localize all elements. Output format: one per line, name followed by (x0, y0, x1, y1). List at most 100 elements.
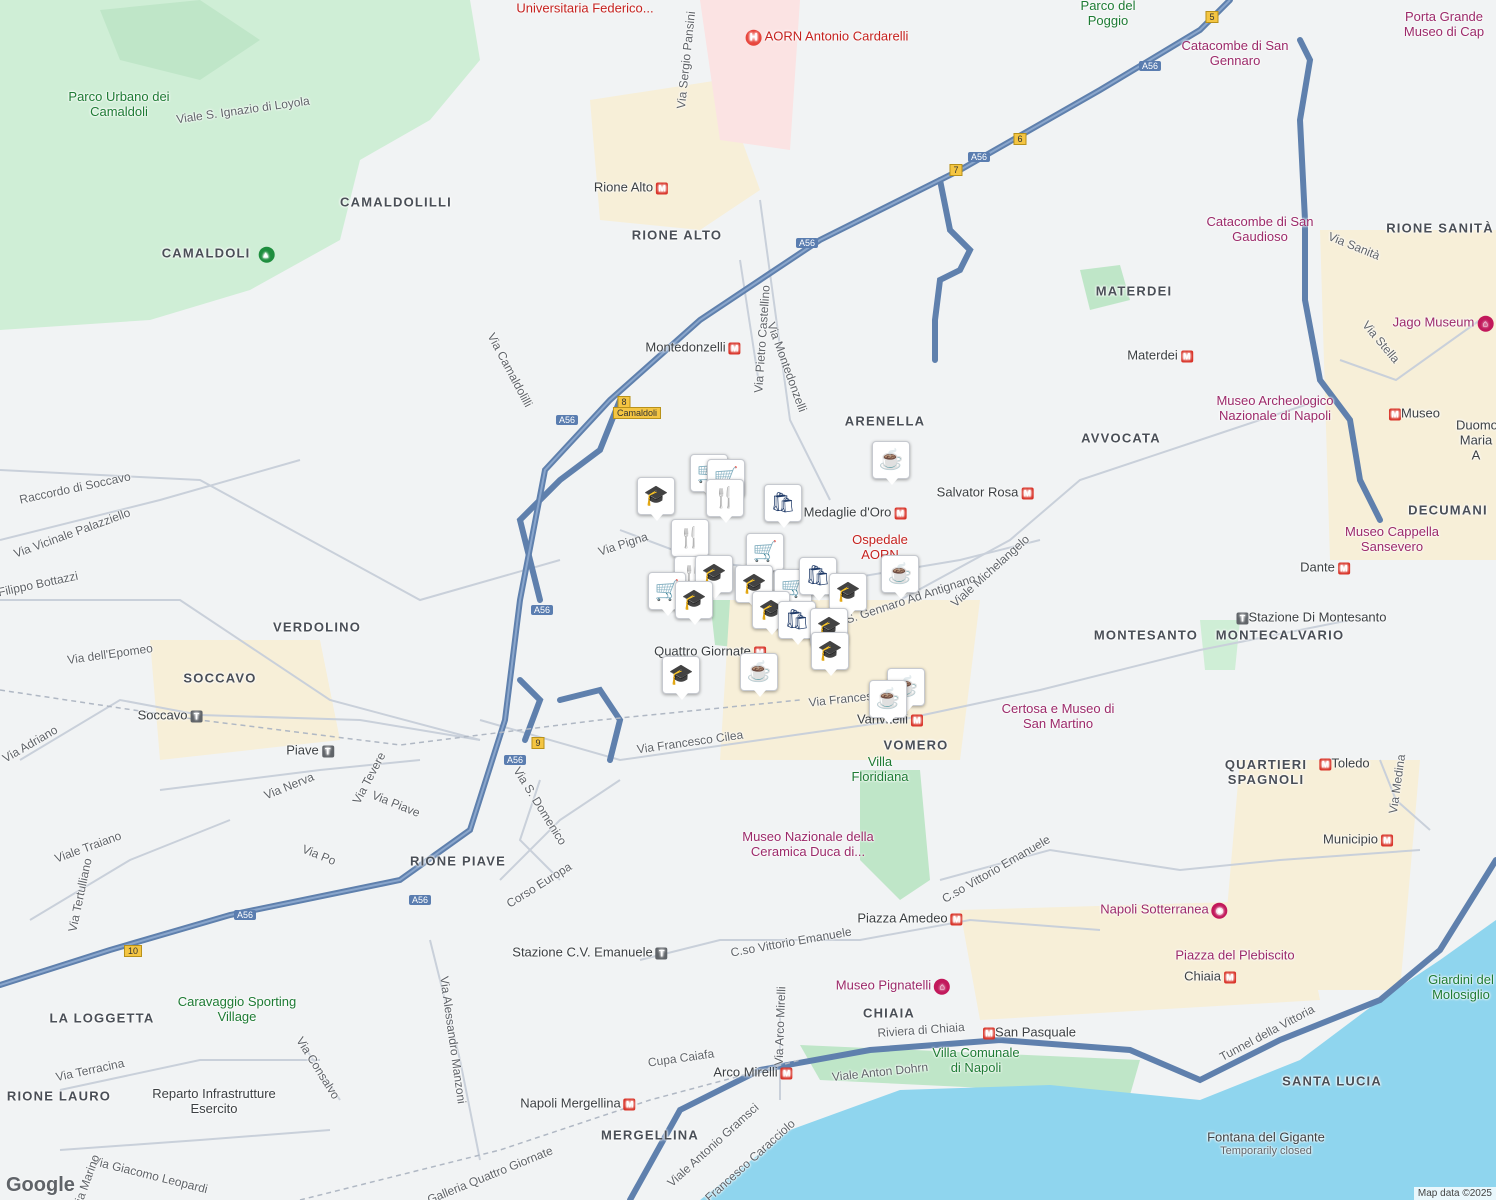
cafe-marker[interactable]: ☕ (740, 653, 778, 697)
poi-name: Universitaria Federico... (516, 0, 654, 16)
poi-cappella-sansevero[interactable]: Museo Cappella Sansevero (1337, 524, 1447, 554)
metro-icon: M (1337, 562, 1350, 575)
area-label-vomero: VOMERO (883, 737, 949, 753)
station-municipio[interactable]: Municipio M (1323, 832, 1393, 847)
highway-shield-a56: A56 (530, 605, 554, 615)
station-medaglie-doro[interactable]: Medaglie d'Oro M (804, 505, 907, 520)
station-materdei[interactable]: Materdei M (1127, 348, 1193, 363)
station-dante[interactable]: Dante M (1300, 560, 1350, 575)
station-name: Municipio (1323, 831, 1378, 847)
station-cv-emanuele[interactable]: Stazione C.V. Emanuele T (512, 944, 668, 960)
poi-museo-ceramica[interactable]: Museo Nazionale della Ceramica Duca di..… (733, 829, 883, 859)
station-toledo[interactable]: M Toledo (1316, 756, 1370, 771)
station-name: Museo (1400, 405, 1441, 421)
metro-icon: M (780, 1067, 793, 1080)
poi-parco-camaldoli[interactable]: Parco Urbano dei Camaldoli (64, 89, 174, 119)
highway-shield-a56: A56 (795, 238, 819, 248)
cafe-marker[interactable]: ☕ (869, 680, 907, 724)
poi-napoli-sotterranea[interactable]: Napoli Sotterranea ◉ (1100, 901, 1228, 919)
shopping-bag-icon: 🛍 (770, 492, 796, 514)
cafe-icon: ☕ (875, 688, 901, 710)
station-chiaia[interactable]: Chiaia M (1184, 969, 1236, 984)
metro-icon: M (656, 182, 669, 195)
poi-certosa-san-martino[interactable]: Certosa e Museo di San Martino (993, 701, 1123, 731)
poi-villa-comunale[interactable]: Villa Comunale di Napoli (926, 1045, 1026, 1075)
school-marker[interactable]: 🎓 (637, 477, 675, 521)
poi-piazza-plebiscito[interactable]: Piazza del Plebiscito (1175, 948, 1294, 963)
map-attribution[interactable]: Map data ©2025 (1413, 1187, 1496, 1200)
poi-cardarelli[interactable]: H AORN Antonio Cardarelli (745, 29, 908, 46)
school-icon: 🎓 (681, 589, 707, 611)
area-label-chiaia: CHIAIA (863, 1005, 915, 1021)
museum-icon: ⌂ (1477, 315, 1494, 332)
store-marker[interactable]: 🛍 (764, 484, 802, 528)
poi-porta-grande[interactable]: Porta Grande Museo di Cap (1394, 9, 1494, 39)
poi-fontana-gigante[interactable]: Fontana del Gigante (1207, 1130, 1325, 1145)
cafe-marker[interactable]: ☕ (881, 555, 919, 599)
train-icon: T (1236, 612, 1249, 625)
map-canvas[interactable]: CAMALDOLILLI CAMALDOLI ▲ RIONE ALTO AREN… (0, 0, 1496, 1200)
station-name: Dante (1300, 559, 1335, 575)
metro-icon: M (728, 342, 741, 355)
station-piazza-amedeo[interactable]: Piazza Amedeo M (857, 911, 963, 926)
station-napoli-mergellina[interactable]: Napoli Mergellina M (520, 1096, 636, 1111)
area-label-rione-sanita: RIONE SANITÀ (1386, 220, 1494, 236)
metro-icon: M (950, 913, 963, 926)
station-name: Arco Mirelli (713, 1064, 778, 1080)
poi-universitaria[interactable]: Universitaria Federico... (516, 1, 653, 16)
school-marker[interactable]: 🎓 (811, 632, 849, 676)
area-label-camaldolilli: CAMALDOLILLI (340, 194, 452, 210)
area-label-quartieri-spagnoli: QUARTIERI SPAGNOLI (1224, 757, 1308, 787)
cafe-marker[interactable]: ☕ (872, 441, 910, 485)
restaurant-marker[interactable]: 🍴 (706, 479, 744, 523)
poi-parco-del-poggio[interactable]: Parco del Poggio (1073, 0, 1143, 28)
highway-shield-a56: A56 (1138, 61, 1162, 71)
area-label-verdolino: VERDOLINO (272, 619, 362, 635)
station-name: Salvator Rosa (936, 484, 1019, 500)
poi-reparto-esercito[interactable]: Reparto Infrastrutture Esercito (144, 1086, 284, 1116)
highway-shield-a56: A56 (967, 152, 991, 162)
poi-duomo[interactable]: Duomo Maria A (1456, 418, 1496, 463)
school-marker[interactable]: 🎓 (829, 573, 867, 617)
poi-giardini-molosiglio[interactable]: Giardini del Molosiglio (1426, 972, 1496, 1002)
station-san-pasquale[interactable]: M San Pasquale (980, 1025, 1076, 1040)
station-soccavo[interactable]: Soccavo T (138, 708, 203, 723)
park-icon: ▲ (258, 246, 275, 263)
poi-museo-pignatelli[interactable]: Museo Pignatelli ⌂ (835, 977, 951, 995)
poi-name: Napoli Sotterranea (1100, 901, 1209, 917)
station-name: Chiaia (1184, 968, 1221, 984)
poi-caravaggio-sporting[interactable]: Caravaggio Sporting Village (167, 994, 307, 1024)
station-name: Stazione Di Montesanto (1248, 609, 1387, 625)
station-name: Materdei (1127, 347, 1178, 363)
poi-museo-archeologico[interactable]: Museo Archeologico Nazionale di Napoli (1205, 393, 1345, 423)
metro-icon: M (1319, 758, 1332, 771)
station-name: Stazione C.V. Emanuele (512, 944, 653, 960)
highway-shield-a56: A56 (503, 755, 527, 765)
station-piave[interactable]: Piave T (286, 743, 334, 758)
poi-catacombe-san-gennaro[interactable]: Catacombe di San Gennaro (1180, 38, 1290, 68)
restaurant-marker[interactable]: 🍴 (671, 519, 709, 563)
metro-icon: M (1223, 971, 1236, 984)
area-label-la-loggetta: LA LOGGETTA (49, 1010, 155, 1026)
school-marker[interactable]: 🎓 (662, 656, 700, 700)
shopping-bag-icon: 🛍 (805, 565, 831, 587)
station-salvator-rosa[interactable]: Salvator Rosa M (937, 485, 1034, 500)
poi-name: Jago Museum (1392, 314, 1475, 330)
poi-name: Museo Pignatelli (835, 977, 932, 993)
poi-catacombe-san-gaudioso[interactable]: Catacombe di San Gaudioso (1205, 214, 1315, 244)
station-montedonzelli[interactable]: Montedonzelli M (645, 339, 741, 355)
station-museo[interactable]: M Museo (1386, 406, 1440, 421)
station-name: Piave (286, 742, 319, 758)
metro-icon: M (1380, 834, 1393, 847)
station-montesanto[interactable]: T Stazione Di Montesanto (1233, 609, 1387, 625)
poi-villa-floridiana[interactable]: Villa Floridiana (840, 754, 920, 784)
area-label-rione-alto: RIONE ALTO (631, 227, 723, 243)
station-name: Montedonzelli (645, 339, 726, 355)
metro-icon: M (1021, 487, 1034, 500)
station-arco-mirelli[interactable]: Arco Mirelli M (713, 1064, 793, 1080)
school-marker[interactable]: 🎓 (675, 581, 713, 625)
area-label-rione-piave: RIONE PIAVE (409, 853, 507, 869)
station-rione-alto[interactable]: Rione Alto M (594, 180, 669, 195)
poi-jago-museum[interactable]: Jago Museum ⌂ (1393, 315, 1494, 332)
shopping-cart-icon: 🛒 (752, 541, 778, 563)
